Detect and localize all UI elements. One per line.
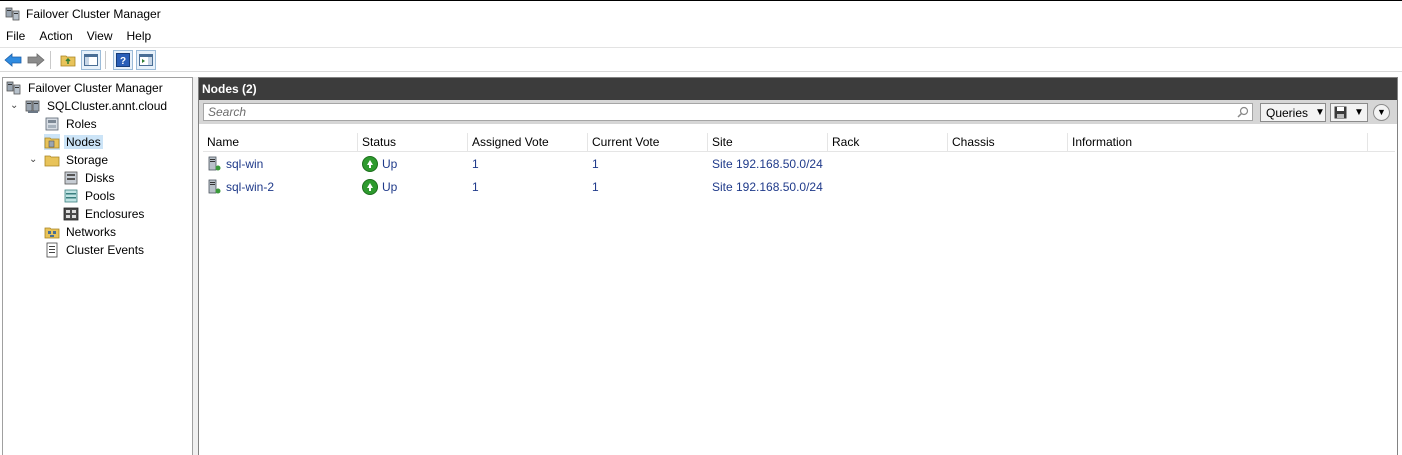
folder-up-icon bbox=[60, 55, 76, 66]
forward-button[interactable] bbox=[26, 50, 46, 70]
server-node-icon bbox=[207, 179, 221, 195]
chevron-down-icon[interactable]: ⌄ bbox=[29, 155, 39, 165]
up-arrow-circle-icon bbox=[362, 155, 378, 172]
show-hide-console-tree-button[interactable] bbox=[81, 49, 101, 70]
tree-item-pools[interactable]: Pools bbox=[63, 187, 117, 205]
search-input[interactable]: Search bbox=[203, 103, 1253, 121]
search-placeholder: Search bbox=[208, 105, 247, 119]
current-vote: 1 bbox=[592, 179, 599, 194]
toolbar: ? bbox=[0, 47, 1402, 72]
storage-folder-icon bbox=[44, 152, 60, 168]
table-row[interactable]: sql-win Up 1 1 Site 192.168.50.0/24 bbox=[203, 152, 1395, 175]
menu-action[interactable]: Action bbox=[32, 27, 79, 45]
queries-label: Queries bbox=[1266, 105, 1309, 120]
column-header-current-vote[interactable]: Current Vote bbox=[588, 133, 708, 151]
menu-file[interactable]: File bbox=[0, 27, 32, 45]
console-tree-icon bbox=[84, 53, 98, 66]
column-header-rack[interactable]: Rack bbox=[828, 133, 948, 151]
svg-text:?: ? bbox=[120, 56, 126, 67]
node-name: sql-win-2 bbox=[226, 179, 275, 194]
column-header-information[interactable]: Information bbox=[1068, 133, 1368, 151]
tree-item-storage[interactable]: Storage bbox=[44, 151, 110, 169]
tree-item-cluster[interactable]: SQLCluster.annt.cloud bbox=[25, 97, 169, 115]
title-bar: Failover Cluster Manager bbox=[0, 0, 1402, 26]
events-log-icon bbox=[44, 242, 60, 258]
save-icon bbox=[1334, 106, 1347, 119]
chevron-down-icon: ▼ bbox=[1377, 107, 1386, 117]
save-query-button[interactable]: ▼ bbox=[1330, 103, 1368, 122]
panel-title: Nodes (2) bbox=[199, 78, 1397, 100]
tree-item-roles[interactable]: Roles bbox=[44, 115, 99, 133]
column-header-site[interactable]: Site bbox=[708, 133, 828, 151]
node-status: Up bbox=[382, 156, 398, 171]
forward-arrow-icon bbox=[27, 52, 45, 67]
toolbar-separator bbox=[50, 50, 51, 69]
up-folder-button[interactable] bbox=[58, 50, 78, 70]
tree-label: Storage bbox=[66, 153, 109, 167]
nodes-grid: Name Status Assigned Vote Current Vote S… bbox=[203, 133, 1395, 198]
up-arrow-circle-icon bbox=[362, 178, 378, 195]
back-button[interactable] bbox=[3, 50, 23, 70]
current-vote: 1 bbox=[592, 156, 599, 171]
tree-item-enclosures[interactable]: Enclosures bbox=[63, 205, 146, 223]
back-arrow-icon bbox=[4, 52, 22, 67]
disks-icon bbox=[63, 170, 79, 186]
tree-label: Cluster Events bbox=[66, 243, 145, 257]
tree-label: Nodes bbox=[64, 135, 103, 149]
action-pane-icon bbox=[139, 53, 153, 66]
tree-label: Networks bbox=[66, 225, 117, 239]
window-title: Failover Cluster Manager bbox=[26, 6, 161, 21]
node-site: Site 192.168.50.0/24 bbox=[712, 156, 823, 171]
chevron-down-icon[interactable]: ⌄ bbox=[10, 101, 20, 111]
help-button[interactable]: ? bbox=[113, 49, 133, 70]
column-header-assigned-vote[interactable]: Assigned Vote bbox=[468, 133, 588, 151]
queries-button[interactable]: Queries ▼ bbox=[1260, 103, 1326, 122]
tree-item-cluster-events[interactable]: Cluster Events bbox=[44, 241, 146, 259]
toolbar-separator bbox=[105, 50, 106, 69]
tree-label: Roles bbox=[66, 117, 97, 131]
filter-bar: Search Queries ▼ ▼ ▼ bbox=[199, 100, 1397, 124]
tree-item-disks[interactable]: Disks bbox=[63, 169, 116, 187]
menu-bar: File Action View Help bbox=[0, 26, 1402, 46]
networks-icon bbox=[44, 224, 60, 240]
menu-view[interactable]: View bbox=[80, 27, 120, 45]
tree-item-root[interactable]: Failover Cluster Manager bbox=[6, 79, 165, 97]
column-header-chassis[interactable]: Chassis bbox=[948, 133, 1068, 151]
tree-label: Enclosures bbox=[85, 207, 145, 221]
help-icon: ? bbox=[116, 52, 130, 67]
assigned-vote: 1 bbox=[472, 156, 479, 171]
enclosures-icon bbox=[63, 206, 79, 222]
collapse-expand-button[interactable]: ▼ bbox=[1373, 104, 1390, 121]
roles-icon bbox=[44, 116, 60, 132]
nodes-icon bbox=[44, 134, 60, 150]
cluster-icon bbox=[5, 6, 21, 22]
show-hide-action-pane-button[interactable] bbox=[136, 49, 156, 70]
table-row[interactable]: sql-win-2 Up 1 1 Site 192.168.50.0/24 bbox=[203, 175, 1395, 198]
menu-help[interactable]: Help bbox=[120, 27, 159, 45]
chevron-down-icon: ▼ bbox=[1315, 107, 1325, 118]
column-header-name[interactable]: Name bbox=[203, 133, 358, 151]
cluster-icon bbox=[25, 98, 41, 114]
pools-icon bbox=[63, 188, 79, 204]
tree-label: SQLCluster.annt.cloud bbox=[47, 99, 168, 113]
node-status: Up bbox=[382, 179, 398, 194]
cluster-manager-icon bbox=[6, 80, 22, 96]
chevron-down-icon: ▼ bbox=[1354, 107, 1364, 118]
column-header-status[interactable]: Status bbox=[358, 133, 468, 151]
node-site: Site 192.168.50.0/24 bbox=[712, 179, 823, 194]
console-tree: Failover Cluster Manager ⌄ SQLCluster.an… bbox=[2, 77, 193, 455]
search-icon[interactable] bbox=[1237, 106, 1249, 118]
grid-header: Name Status Assigned Vote Current Vote S… bbox=[203, 133, 1395, 152]
tree-item-nodes[interactable]: Nodes bbox=[44, 133, 103, 151]
node-name: sql-win bbox=[226, 156, 264, 171]
tree-item-networks[interactable]: Networks bbox=[44, 223, 118, 241]
server-node-icon bbox=[207, 156, 221, 172]
results-pane: Nodes (2) Search Queries ▼ ▼ ▼ Name Stat… bbox=[198, 77, 1398, 455]
tree-label: Pools bbox=[85, 189, 116, 203]
tree-label: Disks bbox=[85, 171, 115, 185]
tree-label: Failover Cluster Manager bbox=[28, 81, 163, 95]
assigned-vote: 1 bbox=[472, 179, 479, 194]
